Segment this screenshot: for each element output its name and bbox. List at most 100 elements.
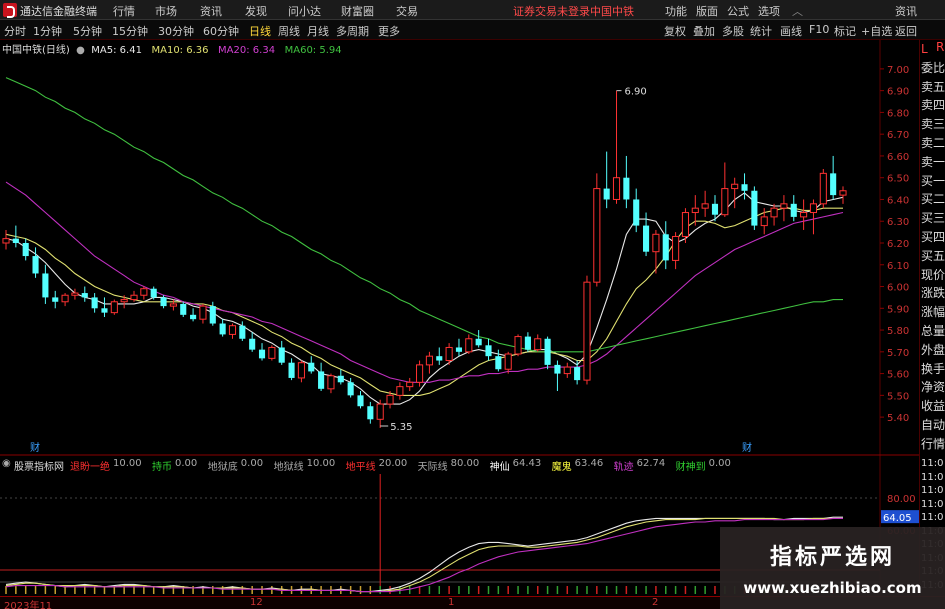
tool-f10[interactable]: F10: [809, 23, 829, 36]
candle-body: [790, 203, 797, 217]
collapse-icon[interactable]: ︿: [792, 3, 803, 19]
candle-body: [32, 256, 39, 274]
candle-body: [623, 177, 630, 200]
x-label-nov: 2023年11: [4, 601, 53, 609]
sidebar-label[interactable]: 现价: [921, 268, 945, 282]
ind-current-value: 64.05: [883, 513, 912, 524]
menu-wenxiaoda[interactable]: 问小达: [288, 3, 321, 19]
tool-huaxian[interactable]: 画线: [780, 23, 802, 39]
menu-gongshi[interactable]: 公式: [727, 3, 749, 19]
period-30min[interactable]: 30分钟: [158, 23, 194, 39]
menu-shichang[interactable]: 市场: [155, 3, 177, 19]
tool-fanhui[interactable]: 返回: [895, 23, 917, 39]
menu-gongneng[interactable]: 功能: [665, 3, 687, 19]
sidebar-label[interactable]: 买四: [921, 230, 945, 244]
period-5min[interactable]: 5分钟: [73, 23, 102, 39]
sidebar-label[interactable]: 涨跌: [921, 286, 945, 300]
candle-body: [228, 325, 237, 335]
candle-body: [780, 203, 788, 209]
event-marker-right: 财: [742, 441, 752, 454]
sidebar-label[interactable]: 收益: [921, 399, 945, 413]
menu-caifuquan[interactable]: 财富圈: [341, 3, 374, 19]
period-1min[interactable]: 1分钟: [33, 23, 62, 39]
price-tick-label: 5.90: [887, 304, 909, 315]
menu-hangqing[interactable]: 行情: [113, 3, 135, 19]
price-tick-label: 6.70: [887, 130, 909, 141]
indicator-header: ◉ 股票指标网 退盼一绝 10.00 持币 0.00 地狱底 0.00 地狱线 10.00 地平线 2…: [0, 456, 919, 473]
menu-zixun[interactable]: 资讯: [200, 3, 222, 19]
menu-xuanxiang[interactable]: 选项: [758, 3, 780, 19]
candle-body: [297, 362, 305, 379]
sidebar-label[interactable]: 卖一: [921, 155, 945, 169]
period-daily[interactable]: 日线: [249, 23, 271, 39]
candle-body: [219, 323, 226, 335]
sidebar-label[interactable]: 卖三: [921, 117, 945, 131]
candle-body: [52, 297, 59, 302]
price-tick-label: 5.60: [887, 370, 909, 381]
candle-body: [760, 216, 768, 227]
sidebar-label[interactable]: 委比: [921, 61, 945, 75]
candle-body: [633, 199, 640, 226]
period-15min[interactable]: 15分钟: [112, 23, 148, 39]
tool-fuquan[interactable]: 复权: [664, 23, 686, 39]
candle-body: [42, 273, 49, 298]
sidebar-label[interactable]: 涨幅: [921, 305, 945, 319]
candle-body: [563, 366, 571, 375]
sidebar-label[interactable]: 总量: [921, 324, 945, 338]
price-tick-label: 6.40: [887, 195, 909, 206]
indicator-line: [5, 517, 843, 593]
tool-duogu[interactable]: 多股: [722, 23, 744, 39]
candle-body: [436, 356, 443, 361]
sidebar-label[interactable]: 行情: [921, 437, 945, 451]
sidebar-label[interactable]: 买二: [921, 192, 945, 206]
login-status[interactable]: 证券交易未登录: [513, 3, 590, 19]
menu-news[interactable]: 资讯: [895, 3, 917, 19]
candle-body: [2, 238, 10, 244]
candle-body: [524, 336, 531, 350]
candle-body: [819, 172, 827, 205]
period-fenshi[interactable]: 分时: [4, 23, 26, 39]
sidebar-label[interactable]: 买五: [921, 249, 945, 263]
candle-body: [160, 297, 167, 307]
sidebar-label[interactable]: 换手: [921, 362, 945, 376]
sidebar-label[interactable]: 卖四: [921, 98, 945, 112]
price-tick-label: 6.80: [887, 108, 909, 119]
period-60min[interactable]: 60分钟: [203, 23, 239, 39]
sidebar-label[interactable]: 买一: [921, 174, 945, 188]
sidebar-label[interactable]: 净资: [921, 380, 945, 394]
sidebar-label[interactable]: L: [921, 42, 928, 56]
indicator-label: 地平线: [345, 462, 376, 473]
sidebar-label[interactable]: 买三: [921, 211, 945, 225]
candle-body: [721, 188, 729, 216]
tool-diejia[interactable]: 叠加: [693, 23, 715, 39]
period-more[interactable]: 更多: [378, 23, 400, 39]
period-multi[interactable]: 多周期: [336, 23, 369, 39]
kline-chart[interactable]: 7.00 6.90 6.80 6.70 6.60 6.50 6.40 6.30 6.20 6.10…: [0, 40, 919, 456]
candle-body: [770, 207, 778, 218]
candle-body: [209, 306, 216, 324]
candle-body: [731, 183, 739, 190]
candle-body: [239, 325, 246, 339]
tool-biaoji[interactable]: 标记: [834, 23, 856, 39]
candle-body: [190, 314, 197, 320]
ind-tick-80: 80.00: [887, 494, 916, 505]
period-monthly[interactable]: 月线: [307, 23, 329, 39]
candle-body: [574, 367, 581, 381]
period-weekly[interactable]: 周线: [278, 23, 300, 39]
sidebar-label[interactable]: 卖二: [921, 136, 945, 150]
menu-faxian[interactable]: 发现: [245, 3, 267, 19]
indicator-value: 64.43: [512, 458, 542, 469]
menu-jiaoyi[interactable]: 交易: [396, 3, 418, 19]
sidebar-label[interactable]: 卖五: [921, 80, 945, 94]
menu-banmian[interactable]: 版面: [696, 3, 718, 19]
sidebar-label[interactable]: 外盘: [921, 343, 945, 357]
candle-body: [61, 294, 69, 303]
tool-zixuan[interactable]: +自选: [861, 23, 892, 39]
ma-line-ma10: [5, 207, 843, 396]
sidebar-label[interactable]: 自动: [921, 418, 945, 432]
x-label-dec: 12: [250, 597, 263, 608]
candle-body: [475, 338, 482, 346]
tool-tongji[interactable]: 统计: [750, 23, 772, 39]
indicator-label: 天际线: [417, 462, 448, 473]
candle-body: [288, 362, 295, 378]
